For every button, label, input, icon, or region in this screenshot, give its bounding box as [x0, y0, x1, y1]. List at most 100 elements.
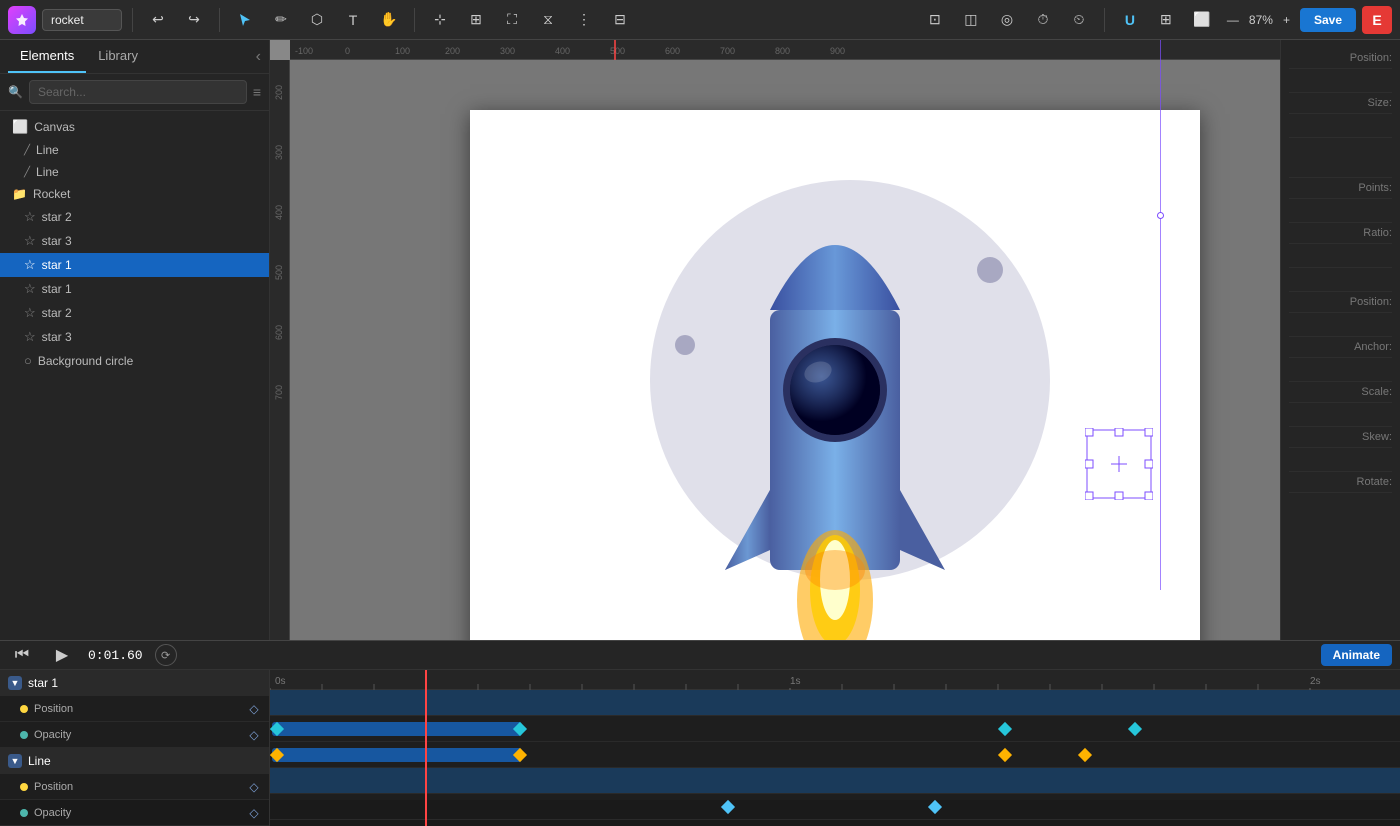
- layer-canvas-label: Canvas: [34, 120, 75, 134]
- layer-star3a[interactable]: ☆ star 3: [0, 229, 269, 253]
- timeline: ⏮ ▶ 0:01.60 ⟳ Animate ▼ star 1 Position …: [0, 640, 1400, 800]
- pen-tool-button[interactable]: ✏: [266, 6, 296, 34]
- tl-pos-label-line: Position: [34, 781, 73, 793]
- star-icon-2b: ☆: [24, 305, 36, 321]
- tl-kf-star1-opa-3[interactable]: [998, 748, 1012, 762]
- layer-background-circle-label: Background circle: [38, 354, 133, 368]
- layer-star3b[interactable]: ☆ star 3: [0, 325, 269, 349]
- layer-line1[interactable]: ╱ Line: [0, 139, 269, 161]
- layer-line2[interactable]: ╱ Line: [0, 161, 269, 183]
- layer-star1a[interactable]: ☆ star 1: [0, 253, 269, 277]
- tl-bar-star1-pos[interactable]: [272, 722, 522, 736]
- layer-canvas[interactable]: ⬜ Canvas: [0, 115, 269, 139]
- bone-tool[interactable]: ⋮: [569, 6, 599, 34]
- settings-button[interactable]: ◎: [992, 6, 1022, 34]
- tl-kf-line-pos-2[interactable]: [928, 800, 942, 814]
- layer-rocket-folder[interactable]: 📁 Rocket: [0, 183, 269, 205]
- preview-button[interactable]: ⊡: [920, 6, 950, 34]
- app-logo[interactable]: [8, 6, 36, 34]
- prop-rotate: Rotate:: [1289, 472, 1392, 493]
- search-input[interactable]: [29, 80, 247, 104]
- toolbar: rocket ↩ ↪ ✏ ⬡ T ✋ ⊹ ⊞ ⛶ ⧖ ⋮ ⊟ ⊡ ◫ ◎ ⏱ ⏲…: [0, 0, 1400, 40]
- keyframe-add-star1-pos[interactable]: ◇: [247, 702, 261, 716]
- sep1: [132, 8, 133, 32]
- layer-star2a-label: star 2: [42, 210, 72, 224]
- layer-star2a[interactable]: ☆ star 2: [0, 205, 269, 229]
- toolbar-right: ⊡ ◫ ◎ ⏱ ⏲ U ⊞ ⬜ — 87% + Save E: [920, 6, 1392, 34]
- panel-collapse-btn[interactable]: ‹: [256, 48, 261, 66]
- tl-kf-line-pos-1[interactable]: [721, 800, 735, 814]
- layer-background-circle[interactable]: ○ Background circle: [0, 349, 269, 372]
- select-tool-button[interactable]: [230, 6, 260, 34]
- timeline-tracks: 0s 1s 2s: [270, 670, 1400, 826]
- star-icon-3b: ☆: [24, 329, 36, 345]
- layer-star1b[interactable]: ☆ star 1: [0, 277, 269, 301]
- selection-top-handle[interactable]: [1157, 212, 1164, 219]
- tl-timecode: 0:01.60: [88, 648, 143, 663]
- svg-text:100: 100: [395, 46, 410, 56]
- save-button[interactable]: Save: [1300, 8, 1356, 32]
- tl-label-line[interactable]: ▼ Line: [0, 748, 269, 774]
- export-button[interactable]: E: [1362, 6, 1392, 34]
- warp-tool[interactable]: ⧖: [533, 6, 563, 34]
- keyframe-add-star1-opa[interactable]: ◇: [247, 728, 261, 742]
- tl-kf-star1-pos-3[interactable]: [998, 722, 1012, 736]
- align-tool[interactable]: ⊞: [461, 6, 491, 34]
- project-name-input[interactable]: rocket: [42, 9, 122, 31]
- tab-library[interactable]: Library: [86, 40, 150, 73]
- opa-dot-line: [20, 809, 28, 817]
- tl-kf-star1-pos-4[interactable]: [1128, 722, 1142, 736]
- left-panel: Elements Library ‹ 🔍 ≡ ⬜ Canvas ╱ Line ╱: [0, 40, 270, 640]
- canvas-area[interactable]: -100 0 100 200 300 400 500 600 700 800 9…: [270, 40, 1280, 640]
- right-panel: Position: Size: Points: Ratio: Position:…: [1280, 40, 1400, 640]
- shape-tool-button[interactable]: ⬡: [302, 6, 332, 34]
- svg-text:-100: -100: [295, 46, 313, 56]
- layer-star2b[interactable]: ☆ star 2: [0, 301, 269, 325]
- star-icon-1b: ☆: [24, 281, 36, 297]
- sep4: [1104, 8, 1105, 32]
- grid-button[interactable]: ⊞: [1151, 6, 1181, 34]
- tl-bar-star1-opa[interactable]: [272, 748, 522, 762]
- redo-button[interactable]: ↪: [179, 6, 209, 34]
- crop-tool[interactable]: ⛶: [497, 6, 527, 34]
- selection-box[interactable]: [1085, 428, 1153, 500]
- track-collapse-line[interactable]: ▼: [8, 754, 22, 768]
- animate-button[interactable]: Animate: [1321, 644, 1392, 666]
- timer2-button[interactable]: ⏲: [1064, 6, 1094, 34]
- track-collapse-star1[interactable]: ▼: [8, 676, 22, 690]
- group-tool[interactable]: ⊟: [605, 6, 635, 34]
- keyframe-add-line-opa[interactable]: ◇: [247, 806, 261, 820]
- tl-label-star1[interactable]: ▼ star 1: [0, 670, 269, 696]
- prop-anchor: Anchor:: [1289, 337, 1392, 358]
- layer-rocket-label: Rocket: [33, 187, 70, 201]
- undo-button[interactable]: ↩: [143, 6, 173, 34]
- sep2: [219, 8, 220, 32]
- zoom-minus[interactable]: —: [1223, 11, 1243, 29]
- hand-tool-button[interactable]: ✋: [374, 6, 404, 34]
- tl-play-button[interactable]: ▶: [48, 641, 76, 669]
- tl-opa-label-star1: Opacity: [34, 729, 71, 741]
- svg-text:300: 300: [500, 46, 515, 56]
- tl-kf-star1-opa-4[interactable]: [1078, 748, 1092, 762]
- layer-star3b-label: star 3: [42, 330, 72, 344]
- tl-loop-button[interactable]: ⟳: [155, 644, 177, 666]
- underline-button[interactable]: U: [1115, 6, 1145, 34]
- transform-tool[interactable]: ⊹: [425, 6, 455, 34]
- frame-button[interactable]: ⬜: [1187, 6, 1217, 34]
- tl-track-line-name: Line: [28, 754, 51, 768]
- zoom-plus[interactable]: +: [1279, 11, 1294, 29]
- sort-icon[interactable]: ≡: [253, 84, 261, 100]
- text-tool-button[interactable]: T: [338, 6, 368, 34]
- flip-button[interactable]: ◫: [956, 6, 986, 34]
- svg-text:0: 0: [345, 46, 350, 56]
- svg-text:600: 600: [665, 46, 680, 56]
- tl-rewind-button[interactable]: ⏮: [8, 641, 36, 669]
- timer1-button[interactable]: ⏱: [1028, 6, 1058, 34]
- svg-text:500: 500: [610, 46, 625, 56]
- prop-size: Size:: [1289, 93, 1392, 114]
- canvas-white[interactable]: ⊕: [470, 110, 1200, 640]
- tab-elements[interactable]: Elements: [8, 40, 86, 73]
- circle-icon: ○: [24, 353, 32, 368]
- tl-pos-label-star1: Position: [34, 703, 73, 715]
- keyframe-add-line-pos[interactable]: ◇: [247, 780, 261, 794]
